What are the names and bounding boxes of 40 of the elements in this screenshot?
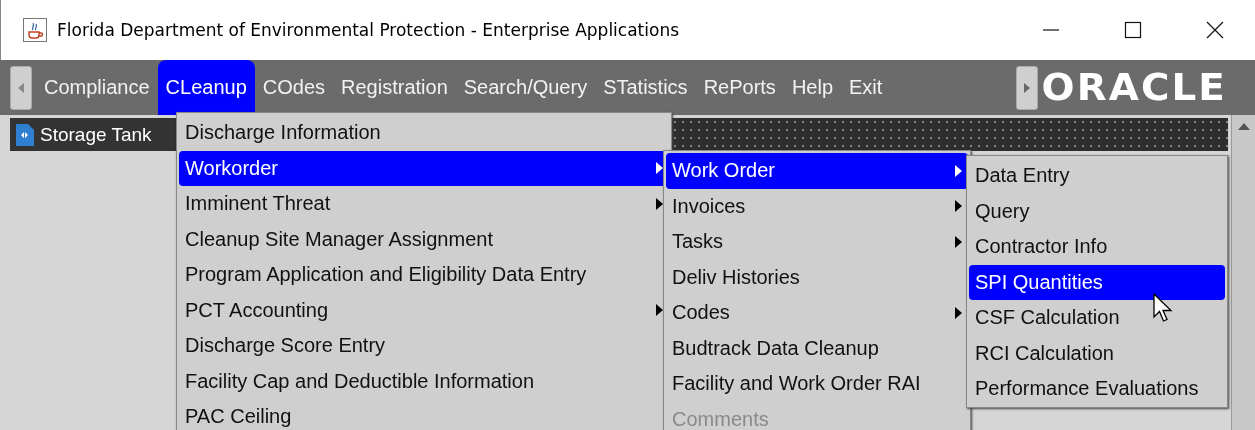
vertical-scrollbar[interactable] (1231, 115, 1255, 430)
menu-bar-item[interactable]: Compliance (36, 60, 158, 115)
menu-item[interactable]: Contractor Info (969, 229, 1225, 265)
menu-item[interactable]: Discharge Information (179, 115, 669, 151)
menu-bar-item[interactable]: Help (783, 60, 841, 115)
logo: ORACLE (1041, 66, 1227, 109)
menu-item[interactable]: Performance Evaluations (969, 371, 1225, 407)
up-arrow-icon (1237, 123, 1250, 130)
menu-item[interactable]: Facility and Work Order RAI (666, 366, 968, 402)
document-tab[interactable]: Storage Tank (10, 118, 175, 151)
menu-bar-item[interactable]: CLeanup (157, 60, 255, 115)
menu-item[interactable]: Data Entry (969, 158, 1225, 194)
menu-item[interactable]: Imminent Threat (179, 186, 669, 222)
menu-item[interactable]: SPI Quantities (969, 264, 1225, 300)
menu-bar-item[interactable]: COdes (254, 60, 334, 115)
menu-bar-item[interactable]: Exit (841, 60, 891, 115)
menu-item[interactable]: Codes (666, 295, 968, 331)
menu-item[interactable]: PCT Accounting (179, 292, 669, 328)
menu-scroll-left-button[interactable] (10, 65, 32, 110)
left-arrow-icon (18, 82, 24, 93)
menu-scroll-right-button[interactable] (1016, 65, 1038, 110)
menu-bar-item[interactable]: RePorts (695, 60, 784, 115)
window-title: Florida Department of Environmental Protection - Enterprise Applications (57, 20, 680, 40)
menu-item[interactable]: CSF Calculation (969, 300, 1225, 336)
menu-bar-item[interactable]: Registration (333, 60, 456, 115)
menu-item[interactable]: RCI Calculation (969, 335, 1225, 371)
menu-item[interactable]: Invoices (666, 188, 968, 224)
close-icon[interactable] (1205, 20, 1225, 40)
menu-item[interactable]: Deliv Histories (666, 259, 968, 295)
mouse-pointer-icon (1153, 293, 1173, 323)
menu-item[interactable]: Query (969, 193, 1225, 229)
java-cup-icon (23, 18, 47, 42)
maximize-icon[interactable] (1123, 20, 1143, 40)
menu-item[interactable]: Budtrack Data Cleanup (666, 330, 968, 366)
form-icon (16, 123, 34, 146)
menu-item[interactable]: Tasks (666, 224, 968, 260)
right-arrow-icon (1024, 82, 1030, 93)
menu-bar-item[interactable]: STatistics (595, 60, 696, 115)
menu-bar-item[interactable]: Search/Query (455, 60, 596, 115)
menu-item[interactable]: Work Order (666, 153, 968, 189)
